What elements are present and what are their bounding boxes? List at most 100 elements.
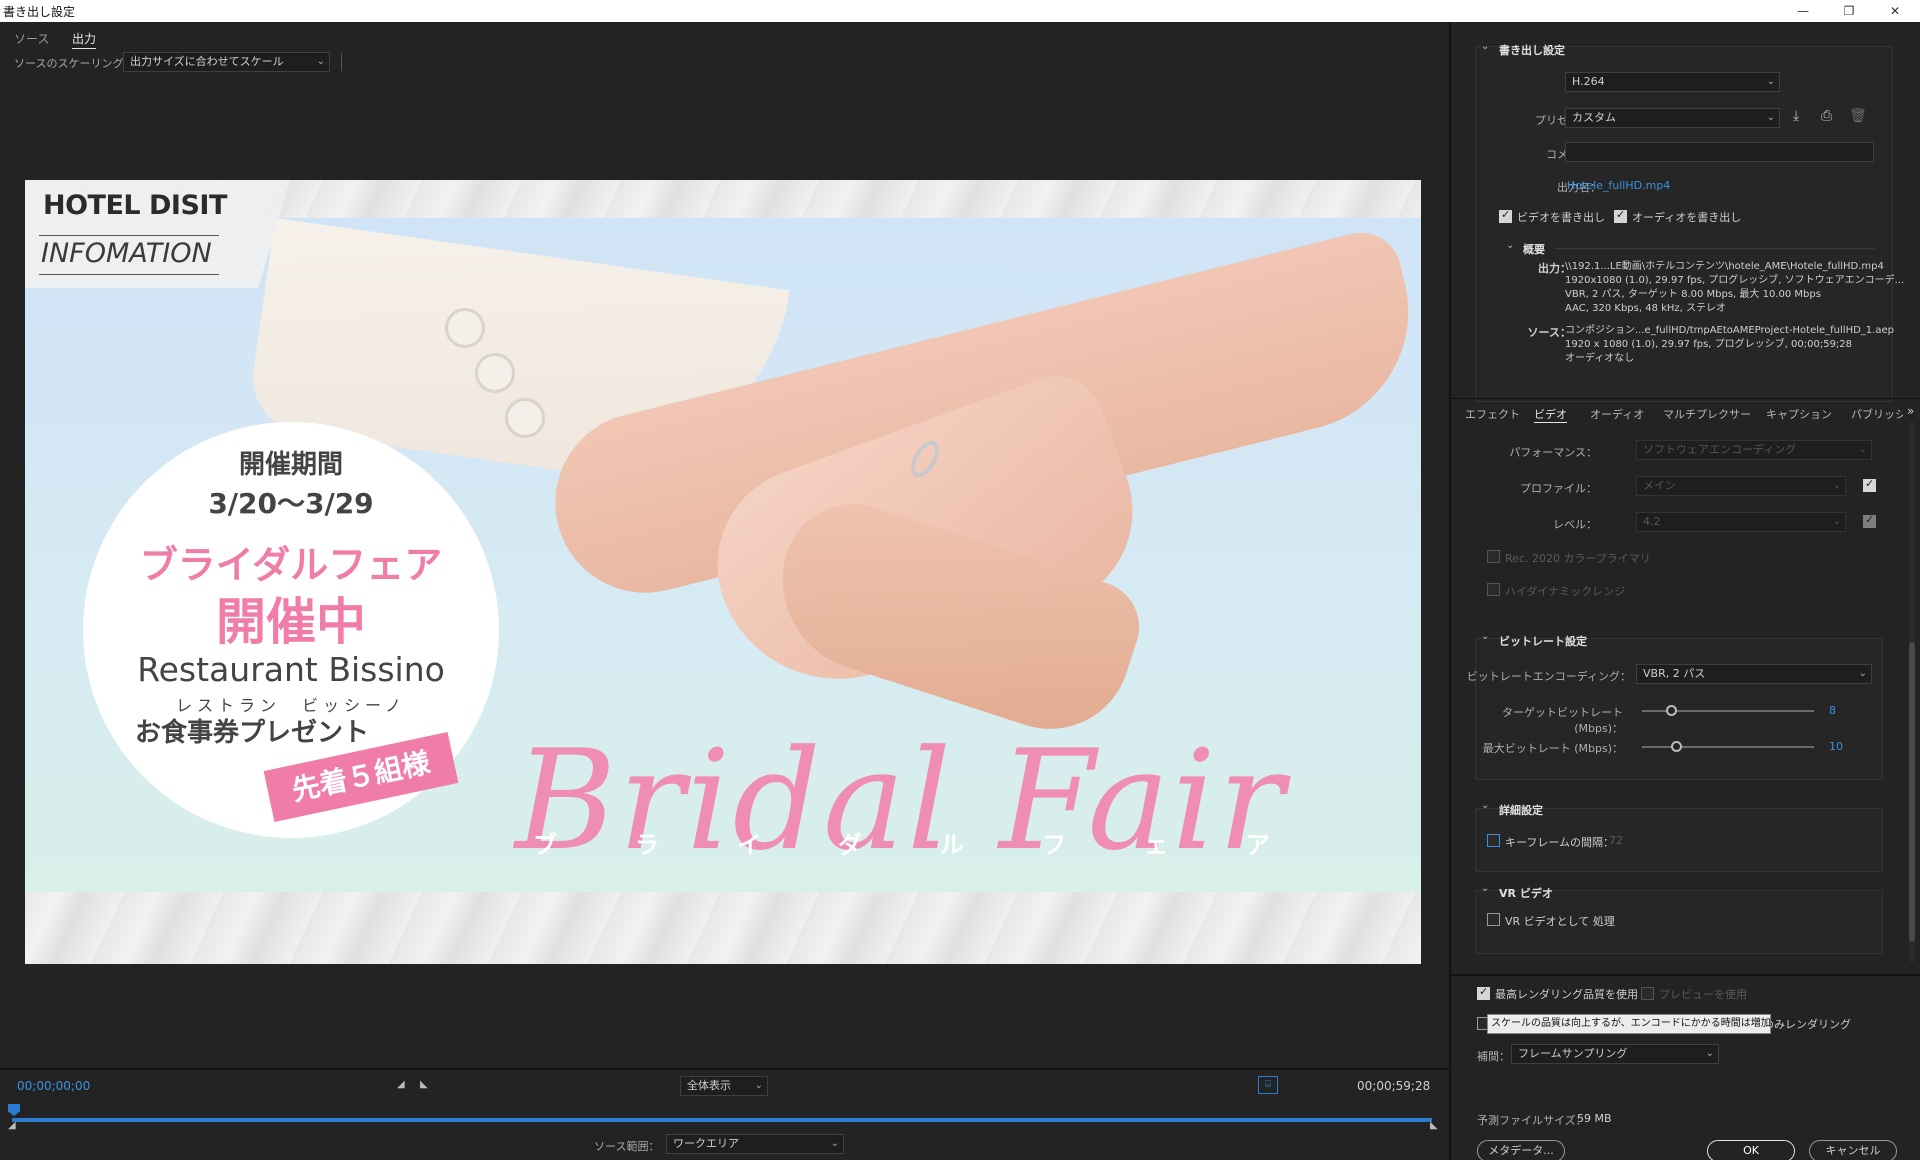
rec2020-checkbox[interactable] — [1487, 550, 1500, 563]
max-render-label: 最高レンダリング品質を使用 — [1495, 988, 1638, 1001]
format-value: H.264 — [1572, 75, 1605, 88]
fair-headline: ブライダルフェア — [139, 543, 443, 587]
hdr-checkbox[interactable] — [1487, 583, 1500, 596]
delete-preset-icon[interactable]: 🗑 — [1849, 108, 1867, 124]
level-label: レベル： — [1553, 518, 1597, 531]
profile-label: プロファイル： — [1520, 482, 1597, 495]
level-dropdown[interactable]: 4.2 ⌄ — [1636, 512, 1846, 532]
tab-video[interactable]: ビデオ — [1534, 406, 1567, 423]
tab-output[interactable]: 出力 — [72, 30, 97, 49]
minimize-button[interactable]: — — [1780, 0, 1826, 22]
advanced-title: 詳細設定 — [1499, 804, 1543, 817]
summary-output-label: 出力： — [1538, 262, 1571, 275]
divider — [341, 53, 342, 71]
chevron-down-icon[interactable]: ⌄ — [1481, 631, 1489, 642]
performance-dropdown[interactable]: ソフトウェアエンコーディング ⌄ — [1636, 440, 1872, 460]
window-title: 書き出し設定 — [3, 5, 76, 19]
max-bitrate-slider[interactable] — [1642, 746, 1814, 748]
period-dates: 3/20～3/29 — [208, 487, 374, 520]
level-match-checkbox[interactable] — [1863, 513, 1876, 528]
source-range-dropdown[interactable]: ワークエリア ⌄ — [666, 1134, 844, 1154]
metadata-button[interactable]: メタデータ... — [1477, 1140, 1565, 1160]
chevron-down-icon: ⌄ — [1766, 112, 1775, 123]
divider — [39, 235, 219, 236]
tab-audio[interactable]: オーディオ — [1590, 406, 1644, 422]
performance-value: ソフトウェアエンコーディング — [1643, 443, 1797, 456]
chevron-down-icon: ⌄ — [830, 1138, 839, 1149]
timeline: 00;00;00;00 ◢ ◣ 全体表示 ⌄ ⌸ 00;00;59;28 ◢ ◣… — [0, 1068, 1449, 1160]
profile-dropdown[interactable]: メイン ⌄ — [1636, 476, 1846, 496]
playhead-icon[interactable] — [8, 1104, 20, 1116]
profile-match-checkbox[interactable] — [1863, 477, 1876, 492]
restore-button[interactable]: ❐ — [1826, 0, 1872, 22]
summary-output: \\192.1...LE動画\ホテルコンテンツ\hotele_AME\Hotel… — [1565, 261, 1905, 314]
summary-source: コンポジション...e_fullHD/tmpAEtoAMEProject-Hot… — [1565, 325, 1894, 364]
chevron-down-icon[interactable]: ⌄ — [1481, 800, 1489, 811]
marble-bottom — [25, 892, 1421, 964]
profile-value: メイン — [1643, 479, 1676, 492]
output-name-link[interactable]: Hotele_fullHD.mp4 — [1567, 179, 1670, 192]
tab-effects[interactable]: エフェクト — [1465, 406, 1520, 422]
scaling-dropdown[interactable]: 出力サイズに合わせてスケール ⌄ — [123, 52, 330, 72]
chevron-down-icon[interactable]: ⌄ — [1506, 240, 1514, 251]
tab-source[interactable]: ソース — [14, 30, 49, 47]
interp-label: 補間： — [1477, 1050, 1510, 1063]
chevron-down-icon: ⌄ — [754, 1080, 763, 1091]
hotel-info: INFOMATION — [41, 238, 212, 269]
cancel-button[interactable]: キャンセル — [1809, 1140, 1897, 1160]
hdr-label: ハイダイナミックレンジ — [1505, 585, 1626, 598]
fair-open: 開催中 — [216, 593, 366, 651]
max-bitrate-value[interactable]: 10 — [1829, 740, 1843, 753]
keyframe-checkbox[interactable] — [1487, 834, 1500, 847]
export-video-checkbox[interactable] — [1499, 208, 1512, 223]
summary-title: 概要 — [1523, 243, 1545, 256]
timeline-bar[interactable] — [12, 1118, 1432, 1122]
tab-captions[interactable]: キャプション — [1766, 406, 1832, 422]
rec2020-label: Rec. 2020 カラープライマリ — [1505, 552, 1651, 565]
button-shape — [505, 398, 545, 438]
scaling-value: 出力サイズに合わせてスケール — [130, 55, 284, 68]
zoom-dropdown[interactable]: 全体表示 ⌄ — [680, 1076, 768, 1096]
comment-input[interactable] — [1565, 142, 1874, 162]
divider — [1451, 398, 1920, 399]
tooltip: スケールの品質は向上するが、エンコードにかかる時間は増加 — [1487, 1014, 1771, 1034]
keyframe-label: キーフレームの間隔： — [1505, 836, 1615, 849]
title-bar: 書き出し設定 — ❐ ✕ — [0, 0, 1920, 22]
import-preset-icon[interactable]: ⎙ — [1821, 108, 1832, 124]
settings-pane: ⌄ 書き出し設定 形式： H.264 ⌄ プリセット： カスタム ⌄ ⤓ ⎙ 🗑… — [1449, 22, 1920, 1160]
format-dropdown[interactable]: H.264 ⌄ — [1565, 72, 1780, 92]
level-value: 4.2 — [1643, 515, 1661, 528]
scrollbar-thumb[interactable] — [1909, 642, 1915, 942]
zoom-value: 全体表示 — [687, 1079, 731, 1092]
save-preset-icon[interactable]: ⤓ — [1793, 108, 1799, 124]
start-timecode[interactable]: 00;00;00;00 — [17, 1079, 90, 1093]
export-audio-checkbox[interactable] — [1614, 208, 1627, 223]
interp-value: フレームサンプリング — [1518, 1047, 1628, 1060]
close-button[interactable]: ✕ — [1872, 0, 1918, 22]
chevron-down-icon[interactable]: ⌄ — [1481, 883, 1489, 894]
keyframe-value[interactable]: 72 — [1609, 834, 1623, 847]
more-tabs-icon[interactable]: » — [1907, 404, 1914, 418]
bitrate-encoding-dropdown[interactable]: VBR, 2 パス ⌄ — [1636, 664, 1872, 684]
range-end-handle-icon[interactable]: ◣ — [1430, 1120, 1438, 1131]
interp-dropdown[interactable]: フレームサンプリング ⌄ — [1511, 1044, 1719, 1064]
chevron-down-icon: ⌄ — [316, 56, 325, 67]
target-bitrate-value[interactable]: 8 — [1829, 704, 1836, 717]
source-range-value: ワークエリア — [673, 1137, 739, 1150]
in-point-icon[interactable]: ◢ — [397, 1079, 405, 1090]
chevron-down-icon[interactable]: ⌄ — [1481, 41, 1489, 52]
fit-frame-icon[interactable]: ⌸ — [1258, 1076, 1278, 1094]
chevron-down-icon: ⌄ — [1858, 668, 1867, 679]
range-start-handle-icon[interactable]: ◢ — [8, 1120, 16, 1131]
max-render-checkbox[interactable] — [1477, 985, 1490, 1000]
bitrate-title: ビットレート設定 — [1499, 635, 1587, 648]
use-preview-checkbox[interactable] — [1641, 987, 1654, 1000]
out-point-icon[interactable]: ◣ — [420, 1079, 428, 1090]
filesize-label: 予測ファイルサイズ： — [1477, 1114, 1587, 1127]
tab-multiplexer[interactable]: マルチプレクサー — [1663, 406, 1751, 422]
ok-button[interactable]: OK — [1707, 1140, 1795, 1160]
tab-publish[interactable]: パブリッシュ — [1851, 406, 1903, 422]
preset-dropdown[interactable]: カスタム ⌄ — [1565, 108, 1780, 128]
vr-checkbox[interactable] — [1487, 913, 1500, 926]
summary-source-label: ソース： — [1527, 326, 1571, 339]
